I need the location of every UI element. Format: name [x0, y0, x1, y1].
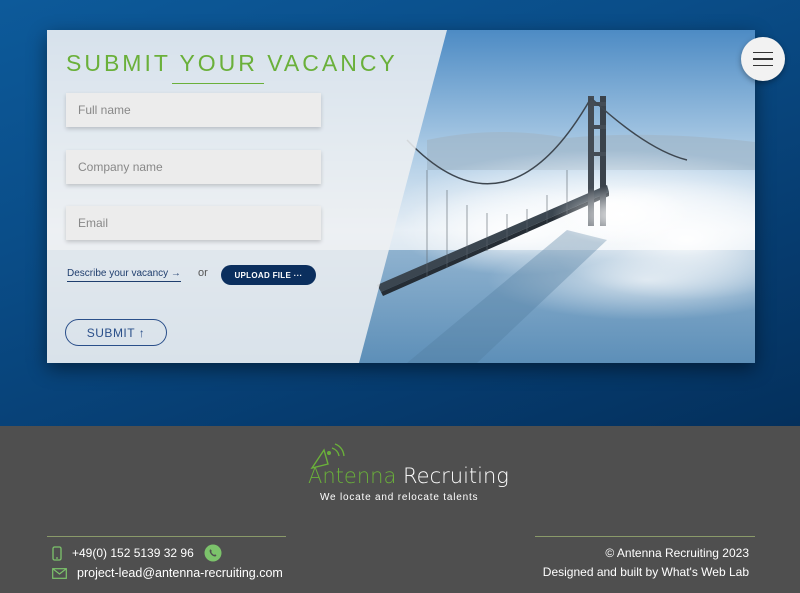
company-name-input[interactable] [66, 150, 321, 184]
or-separator: or [198, 267, 208, 279]
phone-row: +49(0) 152 5139 32 96 [52, 544, 222, 562]
vacancy-card: SUBMIT YOUR VACANCY Describe your vacanc… [47, 30, 755, 363]
credits-link[interactable]: Designed and built by What's Web Lab [543, 565, 749, 579]
full-name-input[interactable] [66, 93, 321, 127]
logo-word-antenna: Antenna [308, 464, 397, 488]
antenna-logo[interactable]: Antenna Recruiting We locate and relocat… [300, 442, 509, 510]
hero-section: SUBMIT YOUR VACANCY Describe your vacanc… [0, 0, 800, 426]
copyright-text: © Antenna Recruiting 2023 [605, 546, 749, 560]
page-title: SUBMIT YOUR VACANCY [66, 50, 398, 76]
email-link[interactable]: project-lead@antenna-recruiting.com [77, 566, 283, 580]
phone-icon [52, 545, 62, 561]
menu-line [753, 64, 773, 67]
phone-link[interactable]: +49(0) 152 5139 32 96 [72, 546, 194, 560]
email-row: project-lead@antenna-recruiting.com [52, 566, 283, 580]
hamburger-menu-icon[interactable] [741, 37, 785, 81]
logo-tagline: We locate and relocate talents [320, 492, 479, 503]
divider-right [535, 536, 755, 537]
logo-wordmark: Antenna Recruiting [308, 464, 509, 488]
mail-icon [52, 567, 67, 579]
footer: Antenna Recruiting We locate and relocat… [0, 426, 800, 593]
email-input[interactable] [66, 206, 321, 240]
describe-vacancy-link[interactable]: Describe your vacancy → [67, 268, 181, 282]
upload-file-button[interactable]: UPLOAD FILE ··· [221, 265, 316, 285]
divider-left [47, 536, 286, 537]
title-underline [172, 83, 264, 84]
logo-word-recruiting: Recruiting [403, 464, 509, 488]
submit-button[interactable]: SUBMIT ↑ [65, 319, 167, 346]
whatsapp-icon[interactable] [204, 544, 222, 562]
menu-line [753, 58, 773, 60]
menu-line [753, 51, 773, 54]
